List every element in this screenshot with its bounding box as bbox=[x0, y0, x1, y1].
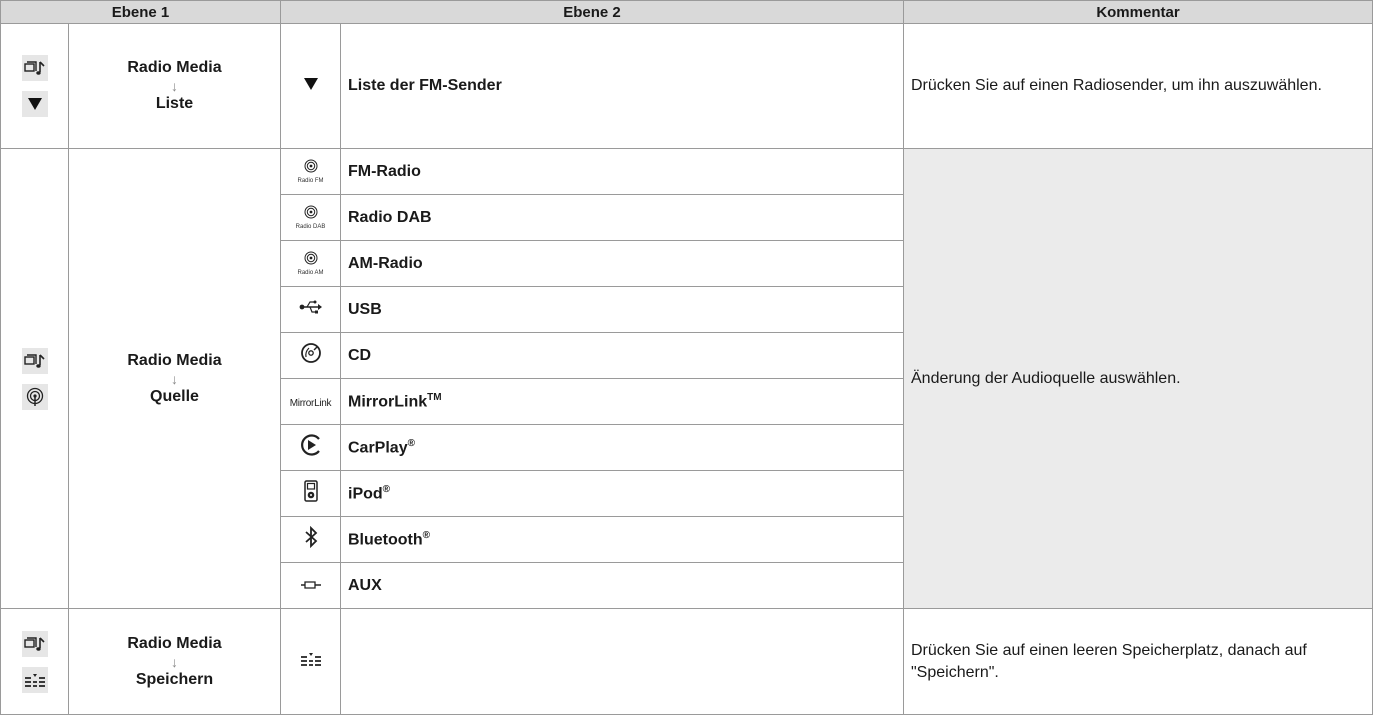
level1-icons-cell bbox=[0, 608, 69, 715]
level1-icons-cell bbox=[0, 23, 69, 149]
header-level2: Ebene 2 bbox=[280, 0, 904, 24]
media-icon bbox=[21, 55, 48, 81]
path-arrow: ↓ bbox=[171, 653, 178, 670]
source-label-aux: AUX bbox=[340, 562, 904, 609]
source-label-bluetooth: Bluetooth® bbox=[340, 516, 904, 563]
radio-am-icon: Radio AM bbox=[280, 240, 341, 287]
label-text: Bluetooth bbox=[348, 531, 423, 549]
label-sup: ® bbox=[382, 483, 391, 495]
label-sup: TM bbox=[427, 391, 442, 403]
triangle-down-icon bbox=[21, 91, 48, 117]
usb-icon bbox=[280, 286, 341, 333]
source-label-mirrorlink: MirrorLinkTM bbox=[340, 378, 904, 425]
comment-text: Drücken Sie auf einen leeren Speicherpla… bbox=[903, 608, 1373, 715]
path-top: Radio Media bbox=[127, 351, 222, 369]
table-row: Radio Media ↓ Liste Liste der FM-Sender … bbox=[0, 23, 1373, 149]
label-text: MirrorLink bbox=[348, 393, 428, 411]
menu-table: Ebene 1 Ebene 2 Kommentar Radio Media ↓ … bbox=[0, 0, 1373, 715]
path-bottom: Liste bbox=[155, 95, 194, 112]
source-label-carplay: CarPlay® bbox=[340, 424, 904, 471]
media-icon bbox=[21, 630, 48, 657]
level1-path: Radio Media ↓ Speichern bbox=[68, 608, 281, 715]
cd-icon bbox=[280, 332, 341, 379]
radio-dab-icon: Radio DAB bbox=[280, 194, 341, 241]
path-bottom: Quelle bbox=[150, 387, 199, 405]
level1-path: Radio Media ↓ Liste bbox=[68, 23, 281, 149]
media-icon bbox=[21, 347, 48, 374]
ipod-icon bbox=[280, 470, 341, 517]
header-comment: Kommentar bbox=[903, 0, 1373, 24]
path-arrow: ↓ bbox=[171, 78, 178, 94]
source-label-fm: FM-Radio bbox=[340, 148, 904, 195]
aux-icon bbox=[280, 562, 341, 609]
label-sup: ® bbox=[407, 437, 415, 449]
level1-path: Radio Media ↓ Quelle bbox=[68, 148, 281, 609]
level1-icons-cell bbox=[0, 148, 69, 609]
presets-icon bbox=[280, 608, 341, 715]
comment-text: Drücken Sie auf einen Radiosender, um ih… bbox=[903, 23, 1373, 149]
radio-icon bbox=[21, 383, 48, 410]
label-text: iPod bbox=[348, 485, 383, 503]
source-label-cd: CD bbox=[340, 332, 904, 379]
sub-label bbox=[340, 608, 904, 715]
label-text: CarPlay bbox=[348, 439, 408, 457]
path-bottom: Speichern bbox=[135, 670, 214, 688]
source-label-dab: Radio DAB bbox=[340, 194, 904, 241]
label-sup: ® bbox=[422, 529, 431, 541]
path-top: Radio Media bbox=[127, 634, 222, 652]
mirrorlink-icon: MirrorLink bbox=[280, 378, 341, 425]
table-row: Radio Media ↓ Quelle Radio FM FM-Radio Ä… bbox=[0, 148, 1373, 609]
table-header-row: Ebene 1 Ebene 2 Kommentar bbox=[0, 0, 1373, 24]
bluetooth-icon bbox=[280, 516, 341, 563]
icon-caption: Radio FM bbox=[297, 177, 324, 184]
radio-fm-icon: Radio FM bbox=[280, 148, 341, 195]
path-arrow: ↓ bbox=[171, 370, 178, 387]
source-label-ipod: iPod® bbox=[340, 470, 904, 517]
sub-label: Liste der FM-Sender bbox=[340, 23, 904, 149]
table-row: Radio Media ↓ Speichern Drücken Sie auf … bbox=[0, 608, 1373, 715]
path-top: Radio Media bbox=[127, 59, 222, 76]
source-label-am: AM-Radio bbox=[340, 240, 904, 287]
icon-caption: Radio DAB bbox=[295, 223, 326, 230]
triangle-down-icon bbox=[280, 23, 341, 149]
comment-text: Änderung der Audioquelle auswählen. bbox=[903, 148, 1373, 609]
source-label-usb: USB bbox=[340, 286, 904, 333]
carplay-icon bbox=[280, 424, 341, 471]
header-level1: Ebene 1 bbox=[0, 0, 281, 24]
icon-caption: Radio AM bbox=[297, 269, 324, 276]
icon-caption: MirrorLink bbox=[289, 397, 332, 409]
presets-icon bbox=[21, 666, 48, 693]
